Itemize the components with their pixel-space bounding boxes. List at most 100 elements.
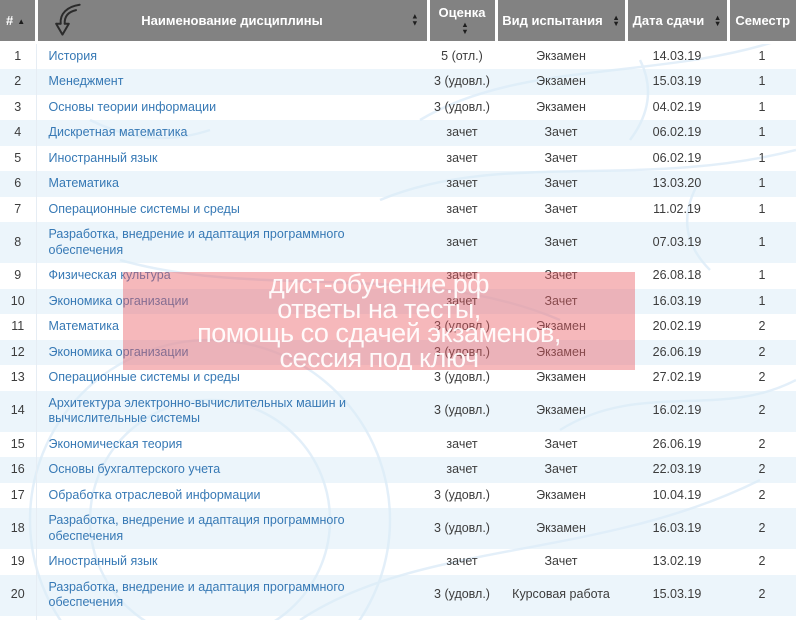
discipline-link[interactable]: Менеджмент: [49, 74, 124, 88]
column-header-number[interactable]: #▲: [0, 0, 36, 42]
row-number: 18: [0, 508, 36, 549]
discipline-link[interactable]: Основы бухгалтерского учета: [49, 462, 221, 476]
date-cell: 26.02.20: [626, 616, 728, 620]
column-header-semester[interactable]: Семестр: [728, 0, 796, 42]
sort-icon: ▲▼: [461, 22, 468, 35]
date-cell: 16.03.19: [626, 508, 728, 549]
row-number: 19: [0, 549, 36, 575]
discipline-link[interactable]: Экономика организации: [49, 345, 189, 359]
semester-cell: 1: [728, 222, 796, 263]
grade-cell: зачет: [428, 171, 496, 197]
grade-cell: 3 (удовл.): [428, 391, 496, 432]
discipline-link[interactable]: Экономическая теория: [49, 437, 183, 451]
grade-cell: зачет: [428, 146, 496, 172]
row-number: 13: [0, 365, 36, 391]
grade-cell: 3 (удовл.): [428, 314, 496, 340]
date-cell: 13.03.20: [626, 171, 728, 197]
table-row: 1 История 5 (отл.) Экзамен 14.03.19 1: [0, 42, 796, 69]
discipline-link[interactable]: Экономика организации: [49, 294, 189, 308]
semester-cell: 2: [728, 483, 796, 509]
discipline-link[interactable]: Обработка отраслевой информации: [49, 488, 261, 502]
semester-cell: 2: [728, 508, 796, 549]
table-row: 9 Физическая культура зачет Зачет 26.08.…: [0, 263, 796, 289]
date-cell: 15.03.19: [626, 575, 728, 616]
exam-type-cell: Экзамен: [496, 42, 626, 69]
semester-cell: 2: [728, 549, 796, 575]
semester-cell: 2: [728, 616, 796, 620]
exam-type-cell: Зачет: [496, 171, 626, 197]
semester-cell: 1: [728, 42, 796, 69]
table-row: 8 Разработка, внедрение и адаптация прог…: [0, 222, 796, 263]
discipline-link[interactable]: Математика: [49, 319, 119, 333]
grade-cell: 3 (удовл.): [428, 508, 496, 549]
semester-cell: 2: [728, 391, 796, 432]
date-cell: 16.03.19: [626, 289, 728, 315]
discipline-link[interactable]: Математика: [49, 176, 119, 190]
exam-type-cell: Экзамен: [496, 365, 626, 391]
discipline-link[interactable]: История: [49, 49, 97, 63]
row-number: 3: [0, 95, 36, 121]
discipline-link[interactable]: Физическая культура: [49, 268, 171, 282]
discipline-link[interactable]: Разработка, внедрение и адаптация програ…: [49, 580, 345, 610]
date-cell: 20.02.19: [626, 314, 728, 340]
discipline-link[interactable]: Основы теории информации: [49, 100, 217, 114]
semester-cell: 1: [728, 69, 796, 95]
date-cell: 10.04.19: [626, 483, 728, 509]
semester-cell: 2: [728, 365, 796, 391]
grade-cell: зачет: [428, 197, 496, 223]
exam-type-cell: Экзамен: [496, 95, 626, 121]
row-number: 12: [0, 340, 36, 366]
grade-cell: 3 (удовл.): [428, 95, 496, 121]
row-number: 10: [0, 289, 36, 315]
discipline-link[interactable]: Операционные системы и среды: [49, 202, 240, 216]
sort-icon: ▲▼: [714, 15, 721, 28]
sort-icon: ▲▼: [411, 14, 418, 27]
exam-type-cell: Экзамен: [496, 314, 626, 340]
discipline-link[interactable]: Иностранный язык: [49, 554, 158, 568]
column-header-exam-type[interactable]: Вид испытания ▲▼: [496, 0, 626, 42]
discipline-link[interactable]: Архитектура электронно-вычислительных ма…: [49, 396, 347, 426]
table-row: 3 Основы теории информации 3 (удовл.) Эк…: [0, 95, 796, 121]
table-row: 19 Иностранный язык зачет Зачет 13.02.19…: [0, 549, 796, 575]
exam-type-cell: Зачет: [496, 457, 626, 483]
row-number: 7: [0, 197, 36, 223]
semester-cell: 1: [728, 146, 796, 172]
discipline-link[interactable]: Дискретная математика: [49, 125, 188, 139]
row-number: 2: [0, 69, 36, 95]
semester-cell: 2: [728, 432, 796, 458]
discipline-link[interactable]: Операционные системы и среды: [49, 370, 240, 384]
column-header-label: Семестр: [735, 13, 790, 28]
exam-type-cell: Курсовая работа: [496, 575, 626, 616]
sort-icon: ▲▼: [612, 15, 619, 28]
grade-cell: зачет: [428, 263, 496, 289]
grade-cell: 3 (удовл.): [428, 483, 496, 509]
row-number: 14: [0, 391, 36, 432]
row-number: 8: [0, 222, 36, 263]
exam-type-cell: Зачет: [496, 432, 626, 458]
discipline-link[interactable]: Разработка, внедрение и адаптация програ…: [49, 227, 345, 257]
semester-cell: 1: [728, 197, 796, 223]
grade-cell: зачет: [428, 457, 496, 483]
exam-type-cell: Экзамен: [496, 69, 626, 95]
discipline-link[interactable]: Иностранный язык: [49, 151, 158, 165]
semester-cell: 1: [728, 263, 796, 289]
grade-cell: зачет: [428, 120, 496, 146]
table-row: 12 Экономика организации 3 (удовл.) Экза…: [0, 340, 796, 366]
grade-cell: зачет: [428, 289, 496, 315]
date-cell: 26.06.19: [626, 432, 728, 458]
column-header-grade[interactable]: Оценка ▲▼: [428, 0, 496, 42]
row-number: 15: [0, 432, 36, 458]
table-row: 5 Иностранный язык зачет Зачет 06.02.19 …: [0, 146, 796, 172]
date-cell: 22.03.19: [626, 457, 728, 483]
table-row: 6 Математика зачет Зачет 13.03.20 1: [0, 171, 796, 197]
column-header-date[interactable]: Дата сдачи ▲▼: [626, 0, 728, 42]
semester-cell: 1: [728, 171, 796, 197]
table-row: 4 Дискретная математика зачет Зачет 06.0…: [0, 120, 796, 146]
discipline-link[interactable]: Разработка, внедрение и адаптация програ…: [49, 513, 345, 543]
exam-type-cell: Зачет: [496, 120, 626, 146]
column-header-discipline[interactable]: Наименование дисциплины ▲▼: [36, 0, 428, 42]
exam-type-cell: Зачет: [496, 146, 626, 172]
table-row: 11 Математика 3 (удовл.) Экзамен 20.02.1…: [0, 314, 796, 340]
date-cell: 16.02.19: [626, 391, 728, 432]
date-cell: 14.03.19: [626, 42, 728, 69]
